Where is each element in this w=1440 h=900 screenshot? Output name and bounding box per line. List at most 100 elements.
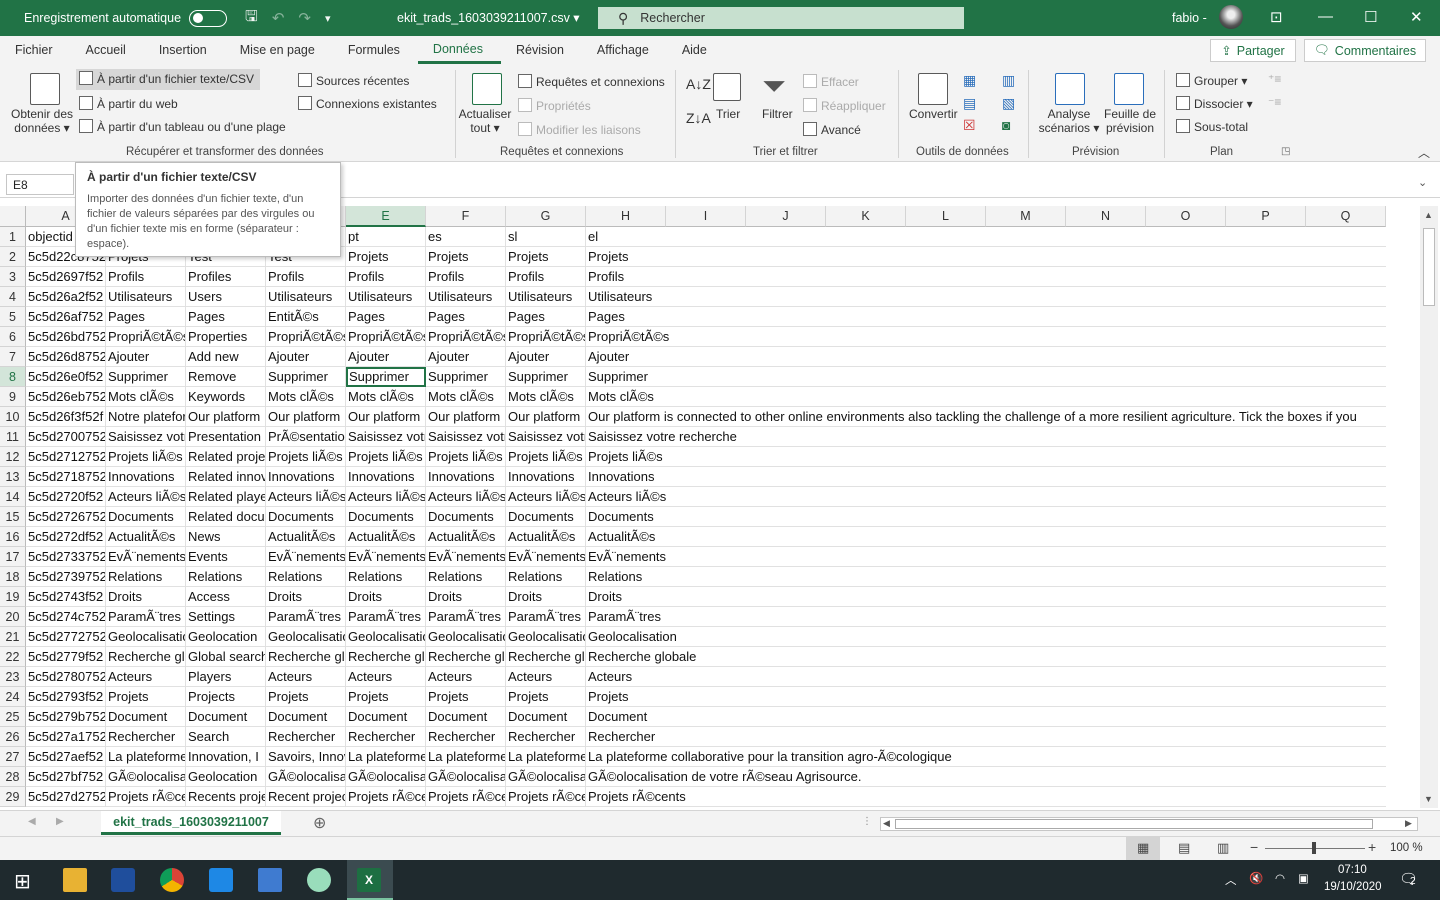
windows-start-icon[interactable]: ⊞	[14, 869, 31, 894]
dialog-launcher-icon[interactable]: ◳	[1281, 146, 1290, 157]
scroll-right-icon[interactable]: ▶	[1405, 818, 1412, 829]
close-icon[interactable]: ✕	[1410, 8, 1423, 26]
cell[interactable]: Users	[186, 287, 266, 307]
avatar[interactable]	[1219, 5, 1243, 29]
cell[interactable]: Players	[186, 667, 266, 687]
cell[interactable]: 5c5d26eb752	[26, 387, 106, 407]
cell[interactable]: EvÃ¨nements	[586, 547, 1386, 567]
cell[interactable]: GÃ©olocalisation	[346, 767, 426, 787]
cell[interactable]: es	[426, 227, 506, 247]
zoom-slider-thumb[interactable]	[1312, 842, 1316, 854]
cell[interactable]: pt	[346, 227, 426, 247]
cell[interactable]: Ajouter	[426, 347, 506, 367]
cell[interactable]: Relations	[186, 567, 266, 587]
cell[interactable]: Droits	[346, 587, 426, 607]
cell[interactable]: 5c5d2780752	[26, 667, 106, 687]
sheet-tab[interactable]: ekit_trads_1603039211007	[101, 811, 281, 835]
cell[interactable]: 5c5d2779f52	[26, 647, 106, 667]
cell[interactable]: Document	[426, 707, 506, 727]
file-name[interactable]: ekit_trads_1603039211007.csv ▾	[397, 10, 580, 25]
cell[interactable]: Innovation, I	[186, 747, 266, 767]
worksheet-grid[interactable]: ABCDEFGHIJKLMNOPQ1objectidptesslel25c5d2…	[0, 206, 1420, 808]
cell[interactable]: Projets	[266, 687, 346, 707]
page-break-icon[interactable]: ▥	[1217, 840, 1229, 856]
column-header-o[interactable]: O	[1146, 206, 1226, 227]
cell[interactable]: 5c5d279b752	[26, 707, 106, 727]
cell[interactable]: Relations	[346, 567, 426, 587]
maximize-icon[interactable]: ☐	[1364, 8, 1377, 26]
row-header[interactable]: 8	[0, 367, 26, 387]
user-name[interactable]: fabio -	[1172, 11, 1207, 25]
ungroup-button[interactable]: Dissocier ▾	[1176, 96, 1253, 111]
column-header-f[interactable]: F	[426, 206, 506, 227]
cell[interactable]: Related players	[186, 487, 266, 507]
cell[interactable]: PropriÃ©tÃ©s	[106, 327, 186, 347]
cell[interactable]: Droits	[106, 587, 186, 607]
cell[interactable]: 5c5d26bd752	[26, 327, 106, 347]
cell[interactable]: ParamÃ¨tres	[266, 607, 346, 627]
row-header[interactable]: 5	[0, 307, 26, 327]
cell[interactable]: Profils	[266, 267, 346, 287]
cell[interactable]: Innovations	[426, 467, 506, 487]
cell[interactable]: ParamÃ¨tres	[426, 607, 506, 627]
cell[interactable]: Supprimer	[506, 367, 586, 387]
column-header-g[interactable]: G	[506, 206, 586, 227]
cell[interactable]: Our platform	[186, 407, 266, 427]
cell[interactable]: Utilisateurs	[266, 287, 346, 307]
cell[interactable]: Utilisateurs	[346, 287, 426, 307]
cell[interactable]: Document	[346, 707, 426, 727]
undo-icon[interactable]: ↶	[272, 9, 285, 27]
cell[interactable]: Keywords	[186, 387, 266, 407]
column-header-q[interactable]: Q	[1306, 206, 1386, 227]
cell[interactable]: Remove	[186, 367, 266, 387]
redo-icon[interactable]: ↷	[298, 9, 311, 27]
row-header[interactable]: 4	[0, 287, 26, 307]
data-model-icon[interactable]: ◙	[1002, 117, 1010, 133]
cell[interactable]: Projets liÃ©s	[106, 447, 186, 467]
cell[interactable]: Ajouter	[346, 347, 426, 367]
cell[interactable]: Relations	[426, 567, 506, 587]
cell[interactable]: La plateforme	[426, 747, 506, 767]
tab-donnees[interactable]: Données	[417, 36, 501, 64]
hide-detail-icon[interactable]: ⁻≡	[1268, 95, 1281, 109]
row-header[interactable]: 15	[0, 507, 26, 527]
cell[interactable]: Acteurs	[106, 667, 186, 687]
cell[interactable]: Recherche globale	[106, 647, 186, 667]
properties-button[interactable]: Propriétés	[518, 98, 591, 113]
tab-aide[interactable]: Aide	[667, 36, 725, 64]
collapse-ribbon-icon[interactable]: ︿	[1418, 144, 1430, 161]
add-sheet-icon[interactable]: ⊕	[313, 813, 326, 833]
cell[interactable]: 5c5d2772752	[26, 627, 106, 647]
sort-za-icon[interactable]: Z↓A	[686, 110, 711, 126]
cell[interactable]: Innovations	[346, 467, 426, 487]
cell[interactable]: Projets	[426, 247, 506, 267]
cell[interactable]: Document	[186, 707, 266, 727]
app-window-icon[interactable]	[258, 868, 282, 892]
cell[interactable]: Ajouter	[266, 347, 346, 367]
cell[interactable]: 5c5d2720f52	[26, 487, 106, 507]
cell[interactable]: Supprimer	[106, 367, 186, 387]
cell[interactable]: ParamÃ¨tres	[106, 607, 186, 627]
search-box[interactable]: ⚲ Rechercher	[598, 7, 964, 29]
ribbon-display-icon[interactable]: ⊡	[1270, 8, 1283, 26]
row-header[interactable]: 12	[0, 447, 26, 467]
cell[interactable]: Saisissez votre	[106, 427, 186, 447]
mute-icon[interactable]: 🔇	[1249, 871, 1263, 885]
cell[interactable]: Acteurs liÃ©s	[346, 487, 426, 507]
cell[interactable]: Projects	[186, 687, 266, 707]
cell[interactable]: Document	[106, 707, 186, 727]
cell[interactable]: 5c5d2726752	[26, 507, 106, 527]
cell[interactable]: Recent projects	[266, 787, 346, 807]
cell[interactable]: el	[586, 227, 1386, 247]
cell[interactable]: Ajouter	[506, 347, 586, 367]
cell[interactable]: Profils	[586, 267, 1386, 287]
cell[interactable]: La plateforme collaborative pour la tran…	[586, 747, 1386, 767]
scroll-left-icon[interactable]: ◀	[883, 818, 890, 829]
cell[interactable]: Profils	[346, 267, 426, 287]
row-header[interactable]: 24	[0, 687, 26, 707]
row-header[interactable]: 14	[0, 487, 26, 507]
cell[interactable]: 5c5d2718752	[26, 467, 106, 487]
data-validation-icon[interactable]: ☒	[963, 117, 976, 134]
comments-button[interactable]: 🗨 Commentaires	[1304, 39, 1426, 62]
cell[interactable]: Projets	[346, 247, 426, 267]
